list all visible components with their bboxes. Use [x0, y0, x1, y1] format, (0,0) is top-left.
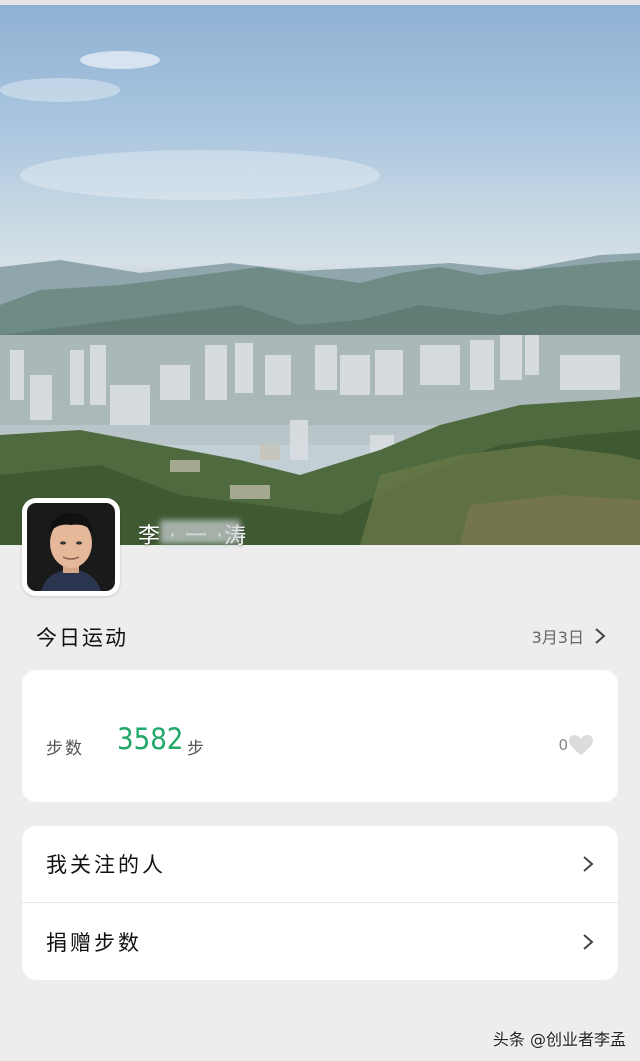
- menu-item-donate-steps[interactable]: 捐赠步数: [22, 903, 618, 980]
- steps-label: 步数: [46, 739, 84, 759]
- today-exercise-title: 今日运动: [36, 626, 128, 650]
- cover-image[interactable]: [0, 5, 640, 545]
- avatar[interactable]: [22, 498, 120, 596]
- heart-icon[interactable]: [568, 734, 594, 756]
- menu-card: 我关注的人 捐赠步数: [22, 826, 618, 980]
- menu-item-label: 捐赠步数: [46, 930, 142, 955]
- steps-card[interactable]: 步数 3582 步 0: [22, 670, 618, 802]
- avatar-photo: [27, 503, 115, 591]
- chevron-right-icon: [595, 628, 606, 644]
- watermark: 头条 @创业者李孟: [492, 1030, 626, 1049]
- avatar-portrait-icon: [27, 503, 115, 591]
- menu-item-label: 我关注的人: [46, 853, 166, 877]
- chevron-right-icon: [583, 933, 594, 950]
- chevron-right-icon: [583, 856, 594, 872]
- date-selector[interactable]: 3月3日: [532, 624, 606, 648]
- menu-item-following[interactable]: 我关注的人: [22, 826, 618, 903]
- landscape-illustration: [0, 51, 640, 545]
- username-mosaic: [160, 520, 240, 544]
- steps-value: 3582: [117, 722, 184, 756]
- date-label: 3月3日: [531, 628, 584, 647]
- like-count: 0: [558, 736, 568, 754]
- steps-unit: 步: [187, 739, 204, 759]
